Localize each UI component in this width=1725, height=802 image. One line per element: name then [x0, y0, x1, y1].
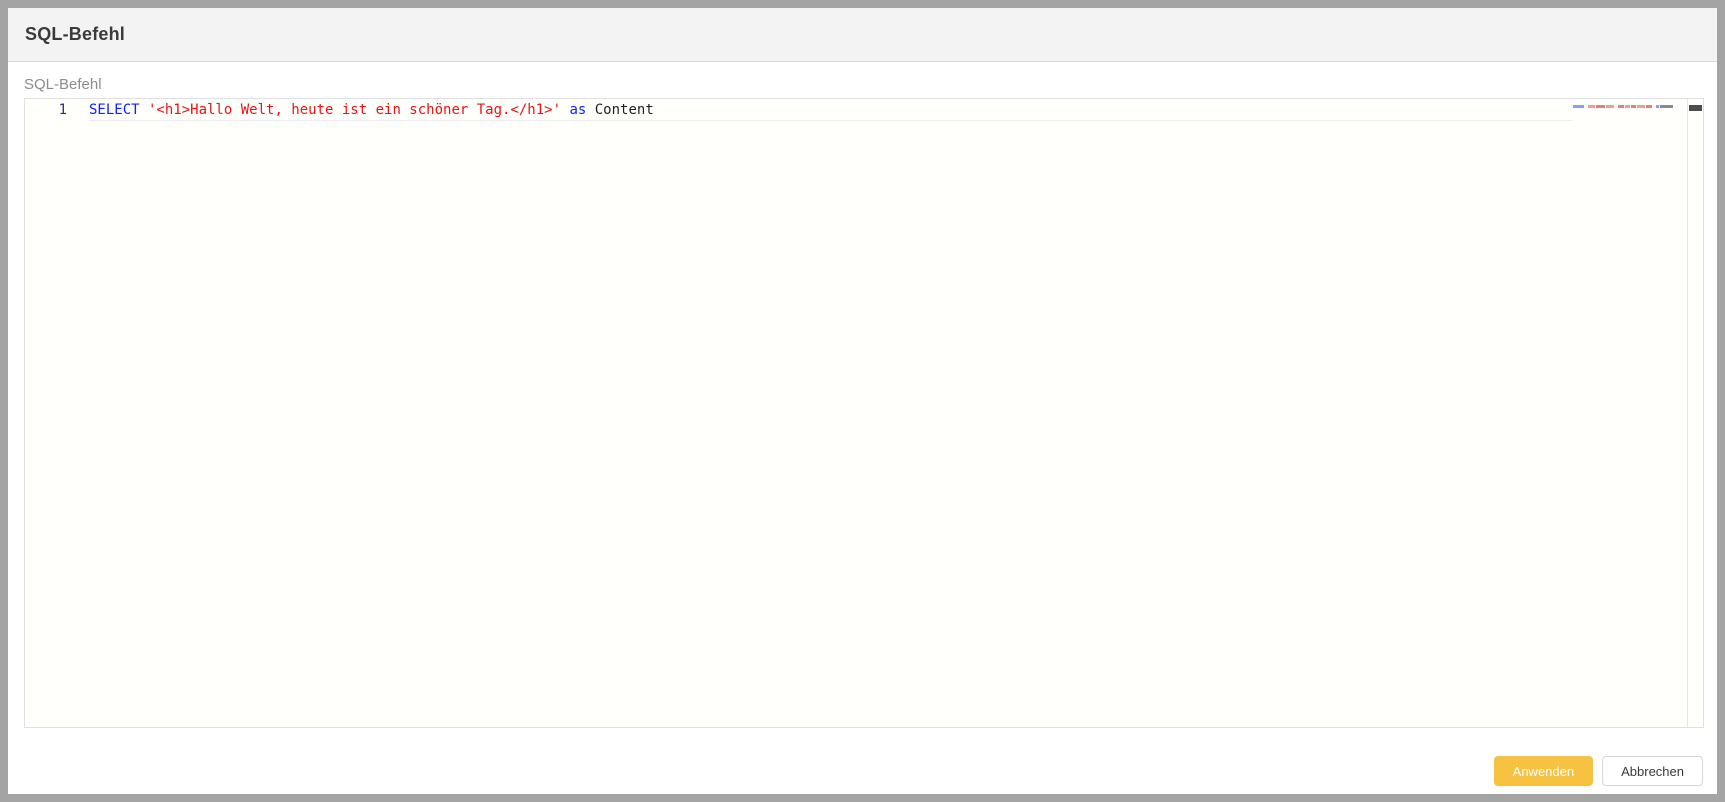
apply-button[interactable]: Anwenden — [1494, 756, 1593, 786]
minimap-keyword-block — [1573, 105, 1584, 108]
minimap-identifier-block — [1660, 105, 1673, 108]
sql-identifier-content: Content — [586, 102, 653, 118]
code-row: 1 SELECT '<h1>Hallo Welt, heute ist ein … — [25, 99, 1572, 121]
minimap[interactable] — [1572, 99, 1687, 727]
sql-keyword-as: as — [561, 102, 586, 118]
sql-code-editor[interactable]: 1 SELECT '<h1>Hallo Welt, heute ist ein … — [24, 98, 1704, 728]
vertical-scrollbar[interactable] — [1687, 99, 1703, 727]
minimap-string-block — [1588, 105, 1595, 108]
scrollbar-thumb[interactable] — [1689, 105, 1702, 111]
code-line[interactable]: SELECT '<h1>Hallo Welt, heute ist ein sc… — [89, 99, 1572, 121]
dialog-title: SQL-Befehl — [25, 24, 125, 45]
dialog-body: SQL-Befehl 1 SELECT '<h1>Hallo Welt, heu… — [8, 62, 1717, 728]
sql-field-label: SQL-Befehl — [24, 76, 1704, 93]
cancel-button[interactable]: Abbrechen — [1602, 756, 1703, 786]
dialog-footer: Anwenden Abbrechen — [8, 728, 1717, 794]
minimap-line — [1573, 105, 1674, 108]
sql-string-literal: '<h1>Hallo Welt, heute ist ein schöner T… — [140, 102, 561, 118]
line-number: 1 — [25, 99, 89, 121]
dialog-header: SQL-Befehl — [8, 8, 1717, 62]
sql-keyword-select: SELECT — [89, 102, 140, 118]
sql-command-dialog: SQL-Befehl SQL-Befehl 1 SELECT '<h1>Hall… — [8, 8, 1717, 794]
